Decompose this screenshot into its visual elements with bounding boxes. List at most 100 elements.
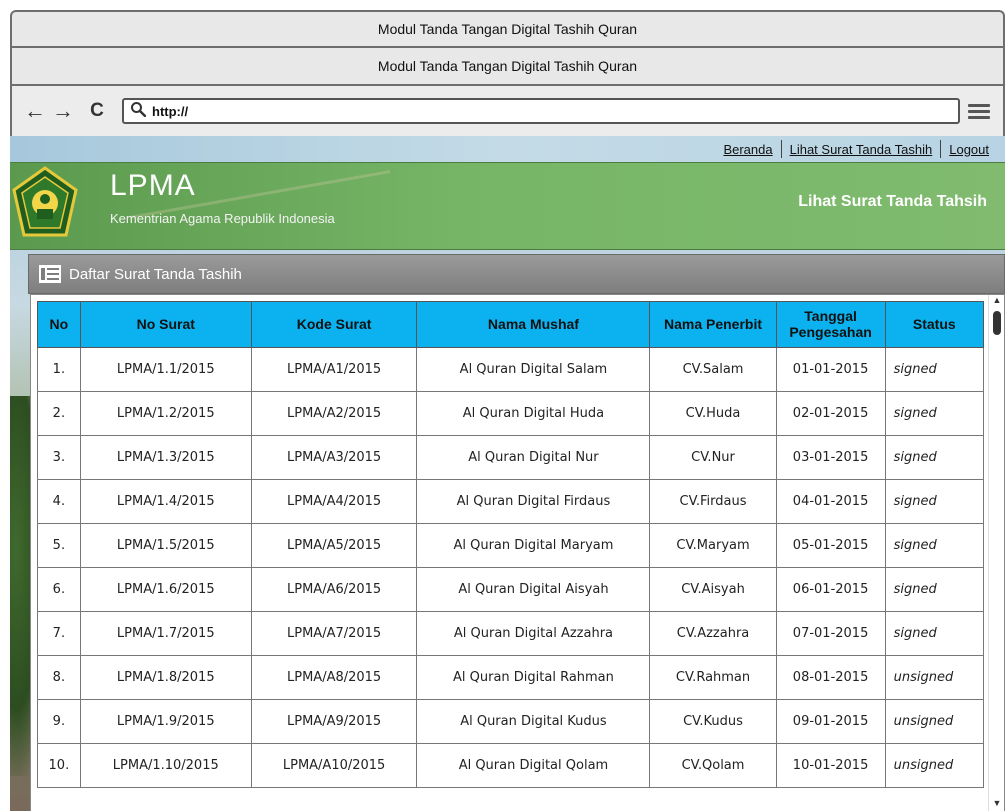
col-tanggal-cell: 10-01-2015 bbox=[775, 743, 886, 788]
nav-link-logout[interactable]: Logout bbox=[941, 142, 1005, 157]
col-nama-penerbit-cell: CV.Huda bbox=[649, 391, 777, 436]
col-no-cell: 5. bbox=[37, 523, 81, 568]
vertical-scrollbar[interactable]: ▲ ▼ bbox=[988, 295, 1004, 811]
col-tanggal-cell: 09-01-2015 bbox=[775, 699, 886, 744]
header-col-nama-penerbit: Nama Penerbit bbox=[649, 301, 777, 348]
col-no-surat-cell: LPMA/1.4/2015 bbox=[79, 479, 252, 524]
reload-icon[interactable]: C bbox=[86, 100, 108, 122]
url-bar[interactable]: http:// bbox=[122, 98, 960, 124]
col-kode-surat-cell: LPMA/A9/2015 bbox=[250, 699, 418, 744]
col-no-surat-cell: LPMA/1.7/2015 bbox=[79, 611, 252, 656]
col-status-cell: signed bbox=[884, 435, 985, 480]
header-col-tanggal: Tanggal Pengesahan bbox=[775, 301, 886, 348]
col-tanggal-cell: 01-01-2015 bbox=[775, 347, 886, 392]
col-status-cell: unsigned bbox=[884, 743, 985, 788]
search-icon bbox=[130, 101, 147, 122]
header-col-no: No bbox=[37, 301, 81, 348]
browser-navbar: ← → C http:// bbox=[10, 86, 1005, 136]
table-row: 4. LPMA/1.4/2015 LPMA/A4/2015 Al Quran Digi… bbox=[37, 479, 985, 524]
col-no-surat-cell: LPMA/1.5/2015 bbox=[79, 523, 252, 568]
col-kode-surat-cell: LPMA/A4/2015 bbox=[250, 479, 418, 524]
col-status-cell: signed bbox=[884, 567, 985, 612]
kemenag-logo-icon bbox=[12, 166, 78, 237]
col-kode-surat-cell: LPMA/A2/2015 bbox=[250, 391, 418, 436]
header-col-kode-surat: Kode Surat bbox=[250, 301, 418, 348]
col-kode-surat-cell: LPMA/A5/2015 bbox=[250, 523, 418, 568]
col-tanggal-cell: 07-01-2015 bbox=[775, 611, 886, 656]
table-row: 10. LPMA/1.10/2015 LPMA/A10/2015 Al Quran D… bbox=[37, 743, 985, 788]
col-nama-penerbit-cell: CV.Firdaus bbox=[649, 479, 777, 524]
brand-subtitle: Kementrian Agama Republik Indonesia bbox=[110, 211, 335, 226]
col-nama-penerbit-cell: CV.Azzahra bbox=[649, 611, 777, 656]
col-nama-mushaf-cell: Al Quran Digital Aisyah bbox=[416, 567, 651, 612]
col-tanggal-cell: 04-01-2015 bbox=[775, 479, 886, 524]
panel-header: Daftar Surat Tanda Tashih bbox=[28, 254, 1005, 294]
col-tanggal-cell: 06-01-2015 bbox=[775, 567, 886, 612]
table-row: 1. LPMA/1.1/2015 LPMA/A1/2015 Al Quran Digi… bbox=[37, 347, 985, 392]
scroll-down-arrow-icon[interactable]: ▼ bbox=[989, 798, 1005, 811]
scroll-up-arrow-icon[interactable]: ▲ bbox=[989, 295, 1005, 309]
col-nama-mushaf-cell: Al Quran Digital Rahman bbox=[416, 655, 651, 700]
nav-link-beranda[interactable]: Beranda bbox=[715, 142, 780, 157]
table-row: 2. LPMA/1.2/2015 LPMA/A2/2015 Al Quran Digi… bbox=[37, 391, 985, 436]
window-title: Modul Tanda Tangan Digital Tashih Quran bbox=[377, 21, 638, 37]
col-tanggal-cell: 02-01-2015 bbox=[775, 391, 886, 436]
col-nama-penerbit-cell: CV.Salam bbox=[649, 347, 777, 392]
col-status-cell: signed bbox=[884, 611, 985, 656]
table-body: 1. LPMA/1.1/2015 LPMA/A1/2015 Al Quran Digi… bbox=[37, 347, 985, 788]
col-no-cell: 7. bbox=[37, 611, 81, 656]
top-navigation: Beranda Lihat Surat Tanda Tashih Logout bbox=[10, 136, 1005, 162]
col-kode-surat-cell: LPMA/A1/2015 bbox=[250, 347, 418, 392]
table-row: 7. LPMA/1.7/2015 LPMA/A7/2015 Al Quran Digi… bbox=[37, 611, 985, 656]
surat-table: No No Surat Kode Surat Nama Mushaf Nama Pene… bbox=[37, 301, 985, 788]
col-nama-penerbit-cell: CV.Qolam bbox=[649, 743, 777, 788]
browser-tab[interactable]: Modul Tanda Tangan Digital Tashih Quran bbox=[10, 46, 1005, 86]
header-col-no-surat: No Surat bbox=[79, 301, 252, 348]
table-row: 3. LPMA/1.3/2015 LPMA/A3/2015 Al Quran Digi… bbox=[37, 435, 985, 480]
col-nama-mushaf-cell: Al Quran Digital Kudus bbox=[416, 699, 651, 744]
col-kode-surat-cell: LPMA/A10/2015 bbox=[250, 743, 418, 788]
window-title-bar: Modul Tanda Tangan Digital Tashih Quran bbox=[10, 10, 1005, 46]
table-row: 6. LPMA/1.6/2015 LPMA/A6/2015 Al Quran Digi… bbox=[37, 567, 985, 612]
col-tanggal-cell: 05-01-2015 bbox=[775, 523, 886, 568]
col-kode-surat-cell: LPMA/A6/2015 bbox=[250, 567, 418, 612]
tab-label: Modul Tanda Tangan Digital Tashih Quran bbox=[377, 58, 638, 74]
col-no-cell: 8. bbox=[37, 655, 81, 700]
header-col-nama-mushaf: Nama Mushaf bbox=[416, 301, 651, 348]
hamburger-menu-icon[interactable] bbox=[968, 103, 990, 119]
table-row: 9. LPMA/1.9/2015 LPMA/A9/2015 Al Quran Digi… bbox=[37, 699, 985, 744]
col-nama-mushaf-cell: Al Quran Digital Qolam bbox=[416, 743, 651, 788]
col-no-surat-cell: LPMA/1.1/2015 bbox=[79, 347, 252, 392]
col-status-cell: signed bbox=[884, 347, 985, 392]
brand-name: LPMA bbox=[110, 169, 196, 202]
table-header-row: No No Surat Kode Surat Nama Mushaf Nama Pene… bbox=[37, 301, 985, 348]
col-nama-penerbit-cell: CV.Aisyah bbox=[649, 567, 777, 612]
col-kode-surat-cell: LPMA/A7/2015 bbox=[250, 611, 418, 656]
col-tanggal-cell: 03-01-2015 bbox=[775, 435, 886, 480]
col-no-surat-cell: LPMA/1.9/2015 bbox=[79, 699, 252, 744]
col-status-cell: signed bbox=[884, 391, 985, 436]
header-col-status: Status bbox=[884, 301, 985, 348]
col-nama-penerbit-cell: CV.Maryam bbox=[649, 523, 777, 568]
col-no-cell: 10. bbox=[37, 743, 81, 788]
col-no-surat-cell: LPMA/1.10/2015 bbox=[79, 743, 252, 788]
col-no-surat-cell: LPMA/1.6/2015 bbox=[79, 567, 252, 612]
col-nama-mushaf-cell: Al Quran Digital Maryam bbox=[416, 523, 651, 568]
col-status-cell: unsigned bbox=[884, 699, 985, 744]
forward-arrow-icon[interactable]: → bbox=[52, 98, 74, 124]
scroll-thumb[interactable] bbox=[993, 311, 1001, 335]
col-status-cell: signed bbox=[884, 479, 985, 524]
col-nama-penerbit-cell: CV.Kudus bbox=[649, 699, 777, 744]
table-container: No No Surat Kode Surat Nama Mushaf Nama Pene… bbox=[30, 294, 1005, 811]
nav-link-lihat-surat[interactable]: Lihat Surat Tanda Tashih bbox=[782, 142, 941, 157]
col-nama-mushaf-cell: Al Quran Digital Azzahra bbox=[416, 611, 651, 656]
back-arrow-icon[interactable]: ← bbox=[24, 98, 46, 124]
col-no-surat-cell: LPMA/1.3/2015 bbox=[79, 435, 252, 480]
col-no-cell: 2. bbox=[37, 391, 81, 436]
col-no-cell: 3. bbox=[37, 435, 81, 480]
col-kode-surat-cell: LPMA/A8/2015 bbox=[250, 655, 418, 700]
col-no-cell: 4. bbox=[37, 479, 81, 524]
col-no-surat-cell: LPMA/1.8/2015 bbox=[79, 655, 252, 700]
col-status-cell: signed bbox=[884, 523, 985, 568]
page-viewport: Beranda Lihat Surat Tanda Tashih Logout … bbox=[10, 136, 1005, 811]
